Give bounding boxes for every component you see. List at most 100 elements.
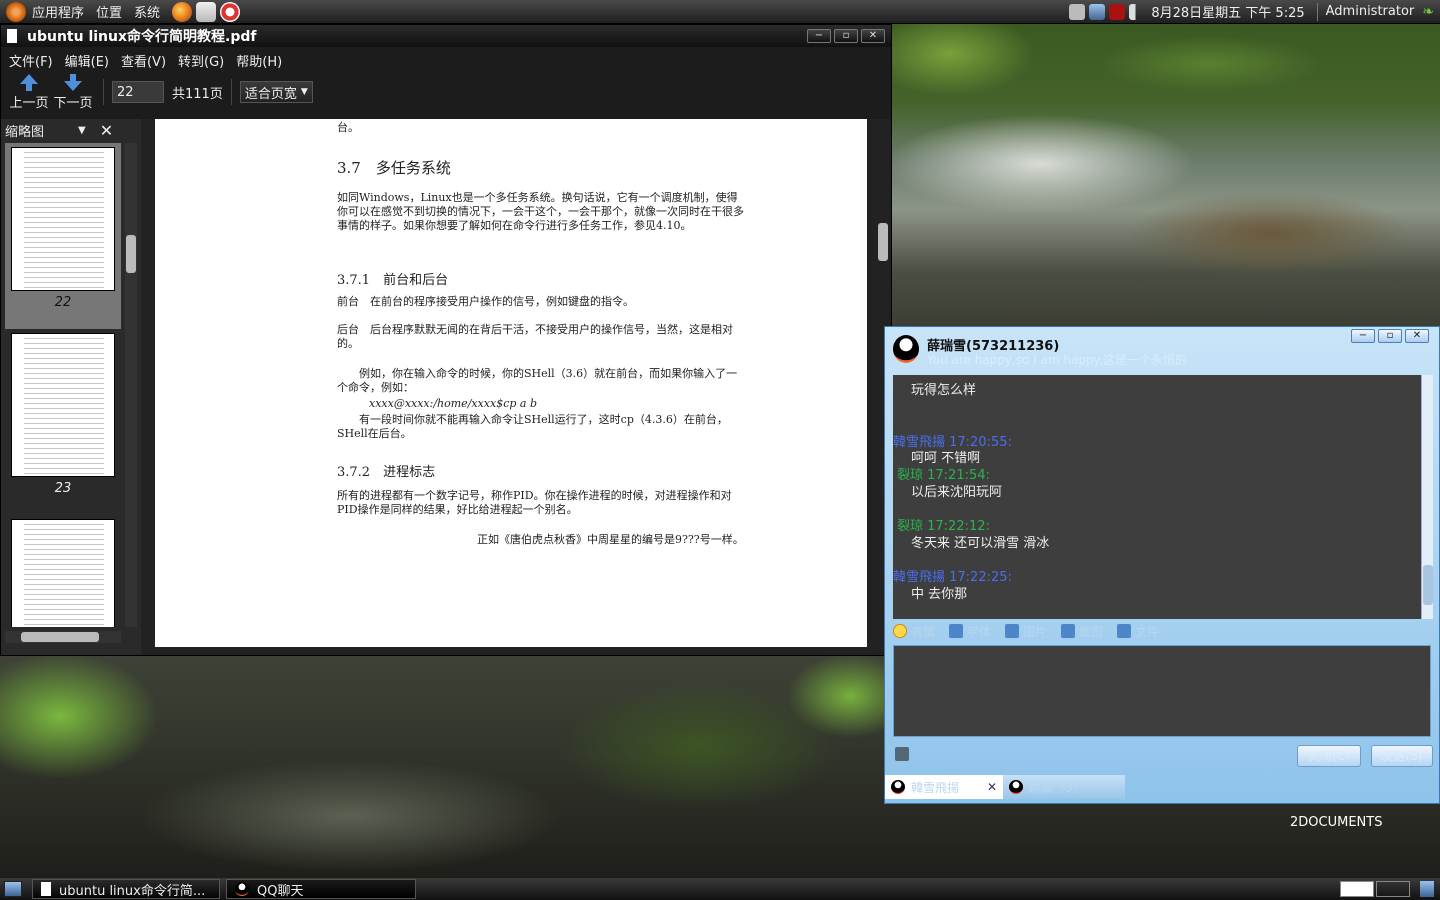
scroll-thumb[interactable]: [21, 632, 99, 642]
emoji-icon[interactable]: [893, 624, 907, 638]
font-icon[interactable]: [949, 624, 964, 638]
scroll-thumb[interactable]: [126, 235, 136, 273]
next-page-label: 下一页: [53, 95, 93, 111]
scroll-thumb[interactable]: [1423, 565, 1433, 605]
maximize-button[interactable]: ▫: [1378, 329, 1402, 343]
image-icon[interactable]: [1005, 624, 1020, 638]
arrow-down-icon: [64, 80, 82, 91]
page-text: 例如，你在输入命令的时候，你的SHell（3.6）就在前台，而如果你输入了一个命…: [337, 367, 738, 394]
thumbnail-page: [11, 333, 115, 477]
shutdown-icon[interactable]: ❧: [1422, 4, 1434, 20]
arrow-up-icon: [20, 73, 38, 84]
previous-page-label: 上一页: [9, 95, 49, 111]
thumbnail-page: [11, 519, 115, 627]
minimize-button[interactable]: −: [1351, 329, 1375, 343]
arrow-stem: [70, 73, 76, 81]
tool-file[interactable]: 文件: [1135, 623, 1159, 640]
close-sidebar-icon[interactable]: ✕: [100, 121, 113, 140]
screenshot-icon[interactable]: [1061, 624, 1076, 638]
chat-tab-label: 群聊（3）: [1029, 780, 1085, 795]
pdf-viewer-window: ubuntu linux命令行简明教程.pdf − ▫ ✕ 文件(F) 编辑(E…: [0, 24, 892, 656]
chat-tab[interactable]: 群聊（3）: [1003, 775, 1125, 799]
minimize-button[interactable]: −: [807, 29, 831, 43]
qq-icon: [235, 882, 249, 896]
message-text: 冬天来 还可以滑雪 滑冰: [911, 536, 1050, 551]
toolbar-separator: [103, 79, 104, 105]
chat-header[interactable]: 薛瑞雪(573211236) You are happy,so I am hap…: [885, 327, 1439, 373]
close-tab-icon[interactable]: ✕: [987, 780, 997, 794]
viewer-body: 缩略图 ▼ ✕ 22 23 台。 3.7 多任务系统 如同Windows，Lin…: [1, 119, 891, 655]
page-number-input[interactable]: [112, 81, 164, 103]
sidebar-vertical-scrollbar[interactable]: [125, 143, 137, 627]
tray-app-icon[interactable]: [1069, 3, 1086, 20]
tool-screenshot[interactable]: 截图: [1079, 623, 1103, 640]
chevron-down-icon[interactable]: ▼: [78, 125, 86, 136]
close-button[interactable]: ✕: [1405, 329, 1429, 343]
tool-image[interactable]: 图片: [1023, 623, 1047, 640]
close-button[interactable]: ✕: [861, 29, 885, 43]
file-icon[interactable]: [1117, 624, 1132, 638]
show-desktop-icon[interactable]: [4, 881, 22, 897]
menu-system[interactable]: 系统: [134, 2, 160, 21]
menu-help[interactable]: 帮助(H): [236, 51, 282, 70]
message-text: 中 去你那: [911, 587, 968, 602]
avatar[interactable]: [893, 335, 919, 363]
taskbar-item-label: ubuntu linux命令行简...: [59, 883, 206, 899]
page-text: 后台 后台程序默默无闻的在背后干活，不接受用户的操作信号，当然，这是相对的。: [337, 323, 733, 350]
trash-icon[interactable]: [1420, 881, 1434, 897]
menu-go[interactable]: 转到(G): [178, 51, 224, 70]
document-icon: [41, 882, 51, 896]
page-quote: 正如《唐伯虎点秋香》中周星星的编号是9???号一样。: [477, 533, 744, 546]
document-icon: [7, 29, 17, 43]
tool-emoji[interactable]: 表情: [911, 623, 935, 640]
thumbnail-page-number: 23: [54, 481, 72, 496]
history-icon[interactable]: [895, 747, 909, 761]
menu-file[interactable]: 文件(F): [9, 51, 53, 70]
close-chat-button[interactable]: 关闭(C): [1297, 745, 1361, 767]
tool-font[interactable]: 字体: [967, 623, 991, 640]
menu-view[interactable]: 查看(V): [121, 51, 166, 70]
chat-tab-label: 韓雪飛揚: [911, 780, 960, 795]
page-text: 台。: [337, 121, 359, 134]
window-title: ubuntu linux命令行简明教程.pdf: [27, 29, 257, 45]
sidebar-horizontal-scrollbar[interactable]: [5, 631, 121, 643]
input-method-icon[interactable]: [1109, 3, 1126, 20]
thumbnail-item[interactable]: [5, 515, 121, 627]
message-input[interactable]: [893, 645, 1431, 737]
maximize-button[interactable]: ▫: [834, 29, 858, 43]
sidebar-header: 缩略图 ▼ ✕: [1, 119, 141, 141]
chat-scrollbar[interactable]: [1421, 375, 1433, 619]
clock[interactable]: 8月28日星期五 下午 5:25: [1151, 2, 1304, 21]
next-page-button[interactable]: 下一页: [51, 73, 95, 111]
user-menu[interactable]: Administrator: [1326, 4, 1415, 19]
contact-signature: You are happy,so I am happy.这是一个永恒的: [927, 353, 1187, 367]
taskbar-item-qq[interactable]: QQ聊天: [226, 879, 416, 899]
previous-page-button[interactable]: 上一页: [7, 73, 51, 111]
sidebar-title[interactable]: 缩略图: [5, 121, 44, 140]
page-text: 前台 在前台的程序接受用户操作的信号，例如键盘的指令。: [337, 295, 634, 308]
chat-tab[interactable]: 韓雪飛揚 ✕: [885, 775, 1003, 799]
help-icon[interactable]: [220, 1, 241, 22]
workspace-1[interactable]: [1340, 881, 1374, 897]
volume-icon[interactable]: [1129, 3, 1146, 20]
ubuntu-logo-icon[interactable]: [6, 1, 26, 22]
taskbar-item-pdf[interactable]: ubuntu linux命令行简...: [32, 879, 220, 899]
menu-applications[interactable]: 应用程序: [32, 2, 84, 21]
firefox-icon[interactable]: [172, 1, 193, 22]
workspace-2[interactable]: [1376, 881, 1410, 897]
bottom-panel: ubuntu linux命令行简... QQ聊天: [0, 878, 1440, 900]
desktop-icon-label[interactable]: 2DOCUMENTS: [1290, 815, 1382, 830]
menu-places[interactable]: 位置: [96, 2, 122, 21]
window-titlebar[interactable]: ubuntu linux命令行简明教程.pdf − ▫ ✕: [1, 25, 891, 47]
thumbnail-item[interactable]: 23: [5, 329, 121, 515]
zoom-select[interactable]: 适合页宽 ▼: [239, 81, 313, 103]
scroll-thumb[interactable]: [878, 223, 888, 261]
mail-icon[interactable]: [196, 1, 217, 22]
menu-edit[interactable]: 编辑(E): [65, 51, 109, 70]
send-button[interactable]: 发送(S): [1371, 745, 1433, 767]
thumbnail-page-number: 22: [54, 295, 72, 310]
message-history[interactable]: 玩得怎么样 韓雪飛揚 17:20:55: 呵呵 不错啊 裂琼 17:21:54:…: [893, 375, 1421, 619]
network-icon[interactable]: [1089, 3, 1106, 20]
thumbnail-item[interactable]: 22: [5, 143, 121, 329]
window-controls: − ▫ ✕: [1351, 329, 1429, 343]
